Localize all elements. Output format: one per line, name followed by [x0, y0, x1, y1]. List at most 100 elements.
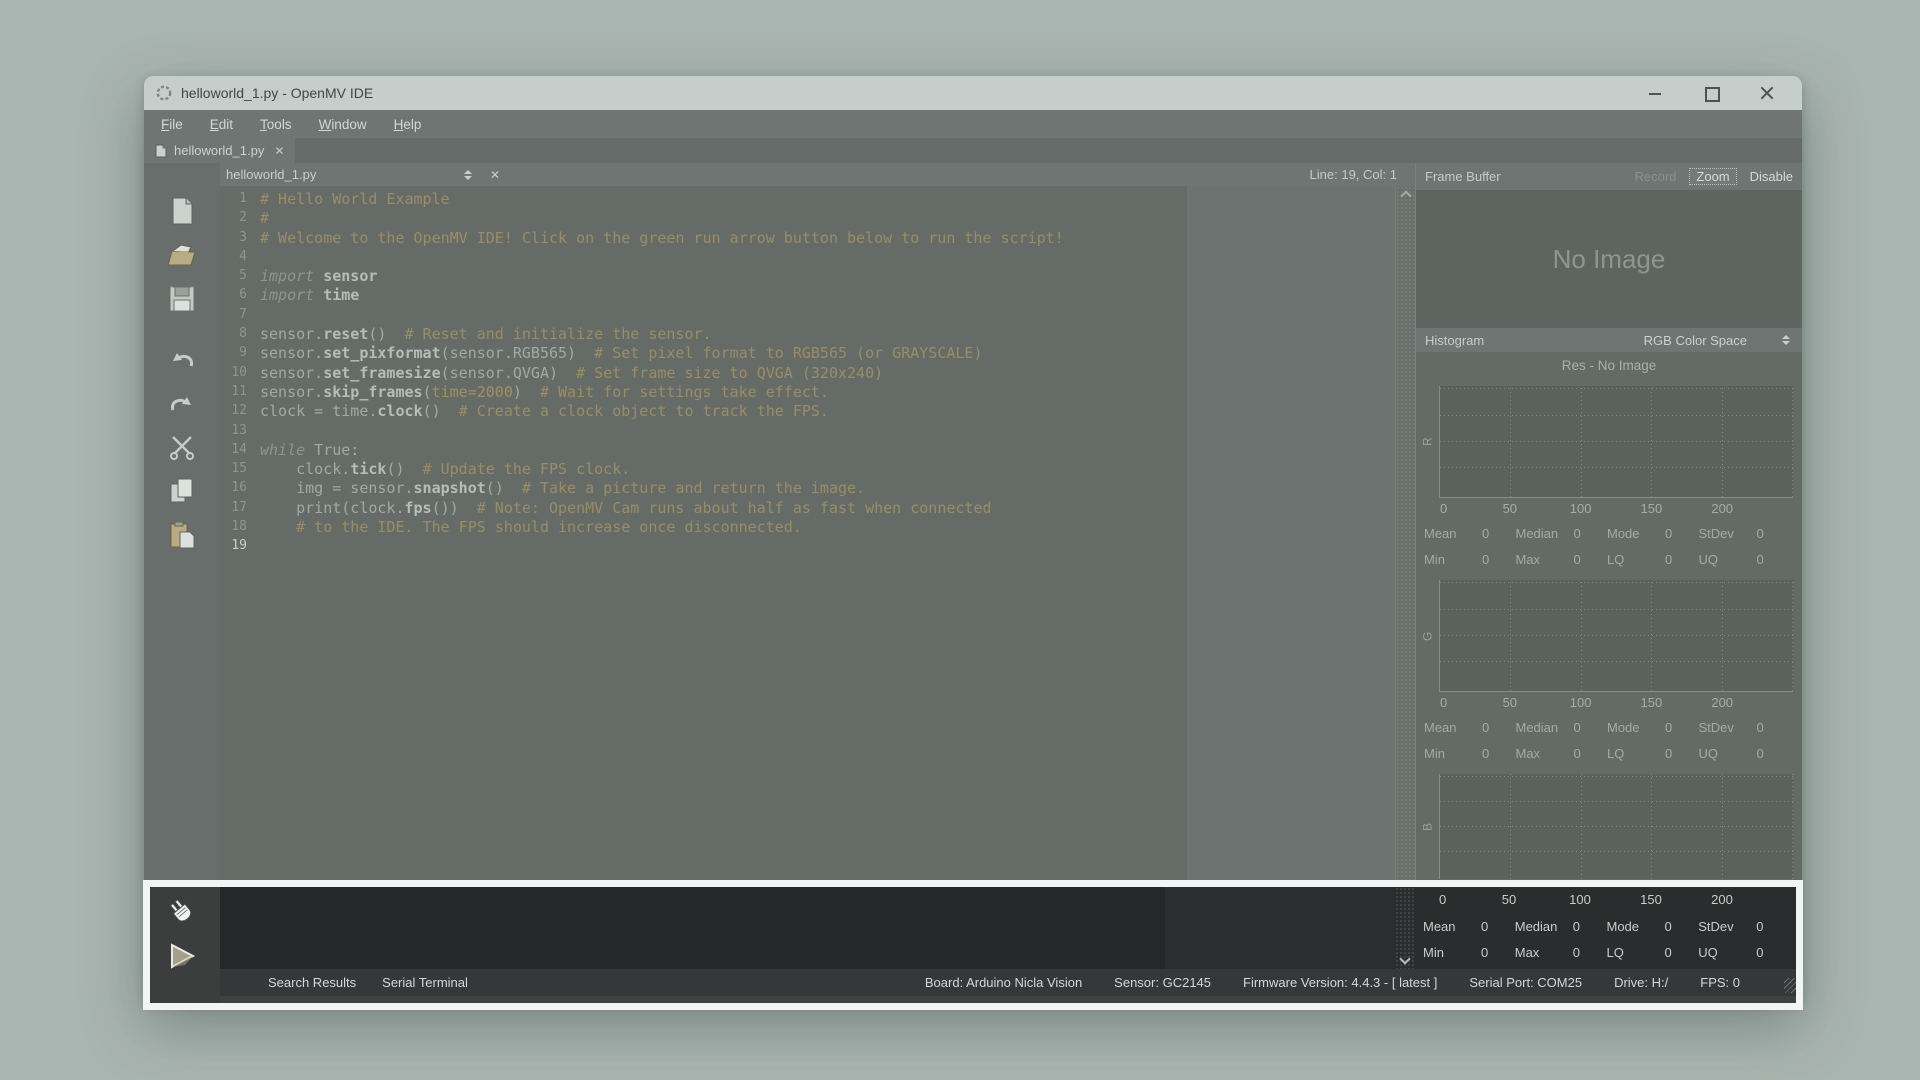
code-line: # Hello World Example	[260, 190, 1395, 209]
minimize-icon[interactable]	[1648, 86, 1662, 100]
serial-terminal-output[interactable]	[220, 887, 1395, 969]
stat-label: LQ	[1607, 552, 1665, 567]
bottom-tab[interactable]: Search Results	[268, 975, 356, 990]
resize-grip-icon[interactable]	[1784, 978, 1799, 993]
tick-label: 0	[1440, 695, 1447, 710]
tick-label: 200	[1711, 695, 1733, 710]
stat-label: LQ	[1607, 945, 1665, 960]
close-icon[interactable]	[1760, 86, 1774, 100]
undo-icon[interactable]	[163, 341, 201, 377]
tick-label: 100	[1569, 892, 1591, 907]
menu-item[interactable]: Window	[319, 117, 367, 132]
new-file-icon[interactable]	[163, 193, 201, 229]
line-number: 17	[220, 498, 247, 517]
line-number: 18	[220, 517, 247, 536]
code-line: while True:	[260, 441, 1395, 460]
updown-icon[interactable]	[1782, 335, 1790, 345]
color-space-selector[interactable]: RGB Color Space	[1644, 333, 1747, 348]
window-controls	[1648, 86, 1790, 100]
stat: LQ0	[1607, 746, 1699, 761]
line-number: 6	[220, 285, 247, 304]
document-close-icon[interactable]: ✕	[490, 168, 500, 182]
tab-close-icon[interactable]: ✕	[271, 144, 284, 158]
stat: UQ0	[1698, 945, 1790, 960]
stat: UQ0	[1699, 746, 1791, 761]
copy-icon[interactable]	[163, 473, 201, 509]
code-line: clock = time.clock() # Create a clock ob…	[260, 402, 1395, 421]
b-stats-row1: Mean0Median0Mode0StDev0	[1415, 913, 1802, 939]
stat: Min0	[1424, 552, 1516, 567]
bottom-tab[interactable]: Serial Terminal	[382, 975, 468, 990]
window-bottom-strip	[220, 996, 1802, 1003]
zoom-button[interactable]: Zoom	[1689, 168, 1736, 185]
stat-label: LQ	[1607, 746, 1665, 761]
bottom-tabs: Search Results Serial Terminal	[220, 975, 468, 990]
code-line	[260, 537, 1395, 556]
stat-value: 0	[1574, 526, 1608, 541]
b-axis-label: B	[1416, 774, 1439, 879]
no-image-placeholder: No Image	[1553, 244, 1666, 275]
frame-buffer-buttons: Record Zoom Disable	[1634, 168, 1793, 185]
tab-helloworld[interactable]: helloworld_1.py ✕	[144, 138, 295, 163]
code-editor[interactable]: 12345678910111213141516171819 # Hello Wo…	[220, 186, 1415, 887]
stat-label: Mode	[1607, 720, 1665, 735]
bottom-main: 050100150200 Mean0Median0Mode0StDev0 Min…	[220, 887, 1802, 1003]
tick-label: 50	[1503, 501, 1517, 516]
menu-item[interactable]: Tools	[260, 117, 292, 132]
run-script-icon[interactable]	[167, 941, 197, 971]
stat-label: StDev	[1698, 919, 1756, 934]
r-axis-label: R	[1416, 386, 1439, 498]
cut-icon[interactable]	[163, 429, 201, 465]
line-number: 4	[220, 247, 247, 266]
stat-label: Max	[1515, 945, 1573, 960]
scroll-down-icon[interactable]	[1399, 953, 1410, 964]
updown-icon	[464, 170, 472, 180]
stat: Min0	[1424, 746, 1516, 761]
stat-value: 0	[1756, 919, 1790, 934]
histogram-b-bottom: 050100150200 Mean0Median0Mode0StDev0 Min…	[1415, 887, 1802, 969]
terminal-scrollbar[interactable]	[1395, 887, 1415, 969]
code-line: sensor.reset() # Reset and initialize th…	[260, 325, 1395, 344]
paste-icon[interactable]	[163, 517, 201, 553]
stat: LQ0	[1607, 552, 1699, 567]
editor-scrollbar[interactable]	[1395, 186, 1415, 887]
stat-label: Mode	[1607, 919, 1665, 934]
disable-button[interactable]: Disable	[1750, 169, 1793, 184]
stat-label: UQ	[1699, 552, 1757, 567]
save-file-icon[interactable]	[163, 281, 201, 317]
r-axis-ticks: 050100150200	[1439, 498, 1793, 520]
main-area: helloworld_1.py ✕ Line: 19, Col: 1 12345…	[144, 163, 1802, 887]
histogram-g-chart: G	[1416, 580, 1802, 692]
line-number: 16	[220, 478, 247, 497]
titlebar[interactable]: helloworld_1.py - OpenMV IDE	[144, 76, 1802, 110]
status-item: Drive: H:/	[1614, 975, 1668, 990]
open-file-icon[interactable]	[163, 237, 201, 273]
bottom-region: 050100150200 Mean0Median0Mode0StDev0 Min…	[144, 887, 1802, 1003]
status-item: FPS: 0	[1700, 975, 1740, 990]
maximize-icon[interactable]	[1704, 86, 1718, 100]
redo-icon[interactable]	[163, 385, 201, 421]
usb-connect-icon[interactable]	[164, 895, 200, 931]
g-stats-row2: Min0Max0LQ0UQ0	[1416, 740, 1802, 766]
line-number: 5	[220, 266, 247, 285]
menu-item[interactable]: Edit	[210, 117, 233, 132]
document-selector[interactable]: helloworld_1.py	[226, 167, 476, 182]
stat: Median0	[1515, 919, 1607, 934]
code-line: print(clock.fps()) # Note: OpenMV Cam ru…	[260, 499, 1395, 518]
code-line: clock.tick() # Update the FPS clock.	[260, 460, 1395, 479]
code-line	[260, 306, 1395, 325]
menu-item[interactable]: File	[161, 117, 183, 132]
status-item: Serial Port: COM25	[1469, 975, 1582, 990]
menu-item[interactable]: Help	[394, 117, 422, 132]
tick-label: 150	[1641, 695, 1663, 710]
scroll-up-icon[interactable]	[1400, 190, 1411, 201]
stat: StDev0	[1699, 720, 1791, 735]
stat-label: Mean	[1424, 720, 1482, 735]
line-number: 9	[220, 343, 247, 362]
line-number: 8	[220, 324, 247, 343]
stat: Median0	[1516, 720, 1608, 735]
stat-value: 0	[1665, 552, 1699, 567]
stat: Max0	[1516, 746, 1608, 761]
frame-buffer-title: Frame Buffer	[1425, 169, 1501, 184]
code-line: # Welcome to the OpenMV IDE! Click on th…	[260, 229, 1395, 248]
